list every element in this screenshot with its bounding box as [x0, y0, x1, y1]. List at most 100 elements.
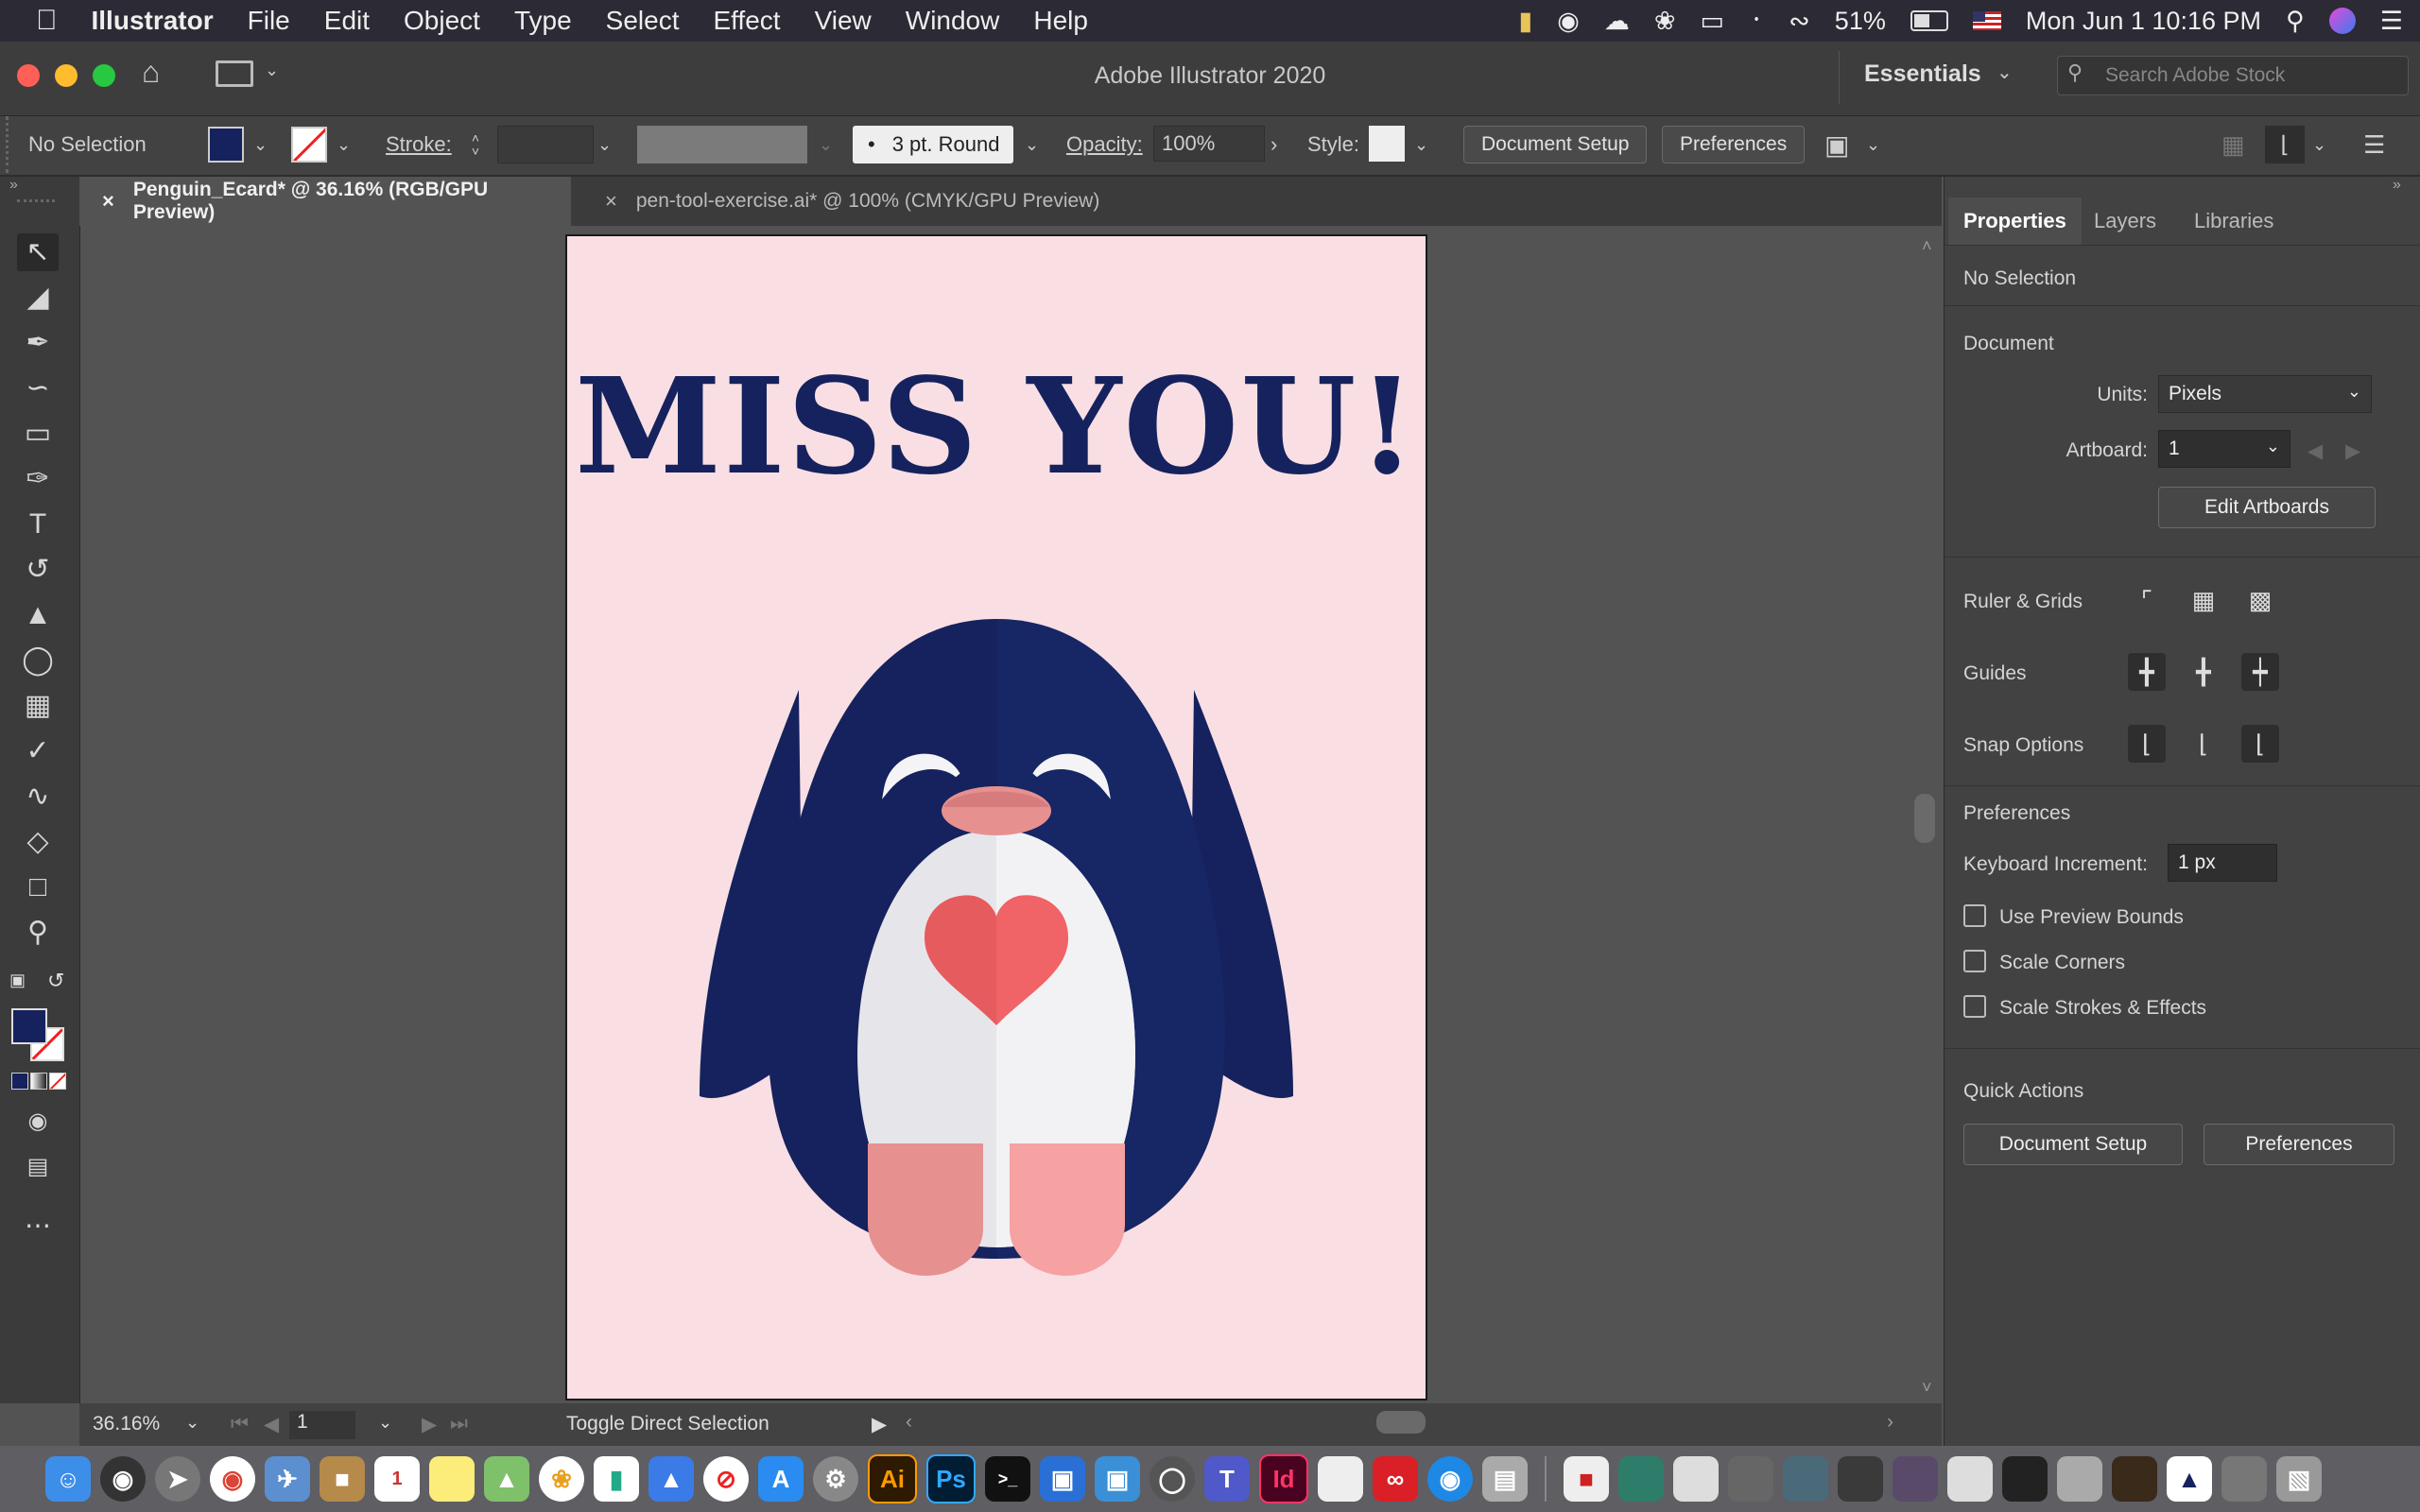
chevron-right-icon[interactable]: › [1270, 126, 1277, 163]
fill-swatch[interactable] [208, 126, 244, 163]
grid-arrange-icon[interactable]: ▦ [2221, 126, 2245, 163]
stroke-label[interactable]: Stroke: [386, 126, 452, 163]
indesign-dock-icon[interactable]: Id [1259, 1454, 1308, 1503]
variable-width-profile[interactable] [637, 126, 807, 163]
edge-icon[interactable]: ◉ [1427, 1456, 1473, 1502]
scroll-down-icon[interactable]: ˅ [1922, 1378, 1932, 1398]
tab-layers[interactable]: Layers [2079, 198, 2171, 245]
flag-icon[interactable] [1972, 11, 2001, 30]
smart-guides-icon[interactable]: ┿ [2241, 653, 2279, 691]
screenshot-thumbnail-icon[interactable] [2057, 1456, 2102, 1502]
zoom-tool-icon[interactable]: ⚲ [17, 914, 59, 952]
search-input[interactable]: Search Adobe Stock [2105, 64, 2285, 87]
grip-handle[interactable] [6, 116, 14, 173]
color-mode-icon[interactable] [11, 1073, 28, 1090]
chrome-icon[interactable]: ◉ [210, 1456, 255, 1502]
close-tab-icon[interactable]: × [605, 189, 617, 214]
last-artboard-icon[interactable]: ⏭ [450, 1413, 468, 1435]
screenshot-thumbnail-icon[interactable] [2221, 1456, 2267, 1502]
chevron-down-icon[interactable]: ⌄ [1025, 126, 1039, 163]
rotate-tool-icon[interactable]: ↺ [17, 551, 59, 589]
artboard-number-field[interactable]: 1 [289, 1411, 355, 1439]
news-icon[interactable]: ⊘ [703, 1456, 749, 1502]
system-preferences-icon[interactable]: ⚙ [813, 1456, 858, 1502]
zoom-app-icon[interactable]: ▣ [1095, 1456, 1140, 1502]
vertical-scrollbar-thumb[interactable] [1914, 794, 1935, 843]
stroke-stepper[interactable]: ˄ ˅ [463, 126, 488, 163]
show-guides-icon[interactable]: ╋ [2128, 653, 2166, 691]
remote-desktop-icon[interactable]: ▣ [1040, 1456, 1085, 1502]
zoom-level-field[interactable]: 36.16% [93, 1413, 160, 1435]
screenshot-thumbnail-icon[interactable] [1838, 1456, 1883, 1502]
direct-selection-tool-icon[interactable]: ◢ [17, 279, 59, 317]
next-artboard-icon[interactable]: ▶ [2345, 439, 2360, 463]
chevron-down-icon[interactable]: ⌄ [1414, 126, 1428, 163]
notification-center-icon[interactable]: ☰ [2380, 8, 2403, 34]
previous-artboard-icon[interactable]: ◀ [2308, 439, 2323, 463]
quick-document-setup-button[interactable]: Document Setup [1963, 1124, 2183, 1165]
chevron-down-icon[interactable]: ⌄ [337, 126, 351, 163]
artboard-select[interactable]: 1 ⌄ [2158, 430, 2290, 468]
fill-color-swatch[interactable] [11, 1008, 47, 1044]
menu-help[interactable]: Help [1016, 6, 1105, 36]
panel-menu-icon[interactable]: ☰ [2363, 126, 2385, 163]
tab-penguin-ecard[interactable]: × Penguin_Ecard* @ 36.16% (RGB/GPU Previ… [79, 177, 571, 226]
menu-edit[interactable]: Edit [307, 6, 387, 36]
selection-tool-icon[interactable]: ↖ [17, 233, 59, 271]
folder-thumbnail-icon[interactable] [1618, 1456, 1664, 1502]
shield-icon[interactable]: ▮ [1518, 8, 1532, 34]
penguin-illustration[interactable] [567, 236, 1426, 1399]
wifi-icon[interactable]: ∾ [1789, 8, 1810, 34]
swap-fill-stroke-icon[interactable]: ↺ [47, 969, 64, 993]
creative-cloud-icon[interactable]: ∞ [1373, 1456, 1418, 1502]
preview-photos-icon[interactable]: ▤ [1482, 1456, 1528, 1502]
preferences-button[interactable]: Preferences [1662, 126, 1806, 163]
stroke-weight-field[interactable] [497, 126, 594, 163]
tab-libraries[interactable]: Libraries [2179, 198, 2289, 245]
spotlight-search-icon[interactable]: ⚲ [2286, 8, 2305, 34]
workspace-switcher[interactable]: Essentials [1864, 60, 1981, 88]
screenshot-thumbnail-icon[interactable] [2112, 1456, 2157, 1502]
scroll-up-icon[interactable]: ˄ [1922, 236, 1932, 256]
units-dropdown[interactable]: Pixels ⌄ [2158, 375, 2372, 413]
tab-pen-tool-exercise[interactable]: × pen-tool-exercise.ai* @ 100% (CMYK/GPU… [582, 177, 1122, 226]
chevron-down-icon[interactable]: ⌄ [378, 1413, 392, 1433]
transform-icon[interactable]: ▣ [1824, 126, 1849, 163]
apple-menu-icon[interactable]:  [0, 5, 75, 37]
chevron-down-icon[interactable]: ⌄ [2312, 126, 2326, 163]
app-store-icon[interactable]: A [758, 1456, 804, 1502]
cloud-icon[interactable]: ☁ [1604, 8, 1630, 34]
menu-object[interactable]: Object [387, 6, 497, 36]
keyboard-increment-field[interactable]: 1 px [2168, 844, 2277, 882]
quick-preferences-button[interactable]: Preferences [2204, 1124, 2394, 1165]
default-fill-stroke-icon[interactable]: ▣ [9, 971, 26, 990]
numbers-icon[interactable]: ▮ [594, 1456, 639, 1502]
stroke-swatch[interactable] [291, 126, 327, 163]
snap-to-point-icon[interactable]: ⌊ [2128, 725, 2166, 763]
menu-view[interactable]: View [798, 6, 889, 36]
scale-corners-checkbox[interactable] [1963, 950, 1986, 972]
chevron-down-icon[interactable]: ⌄ [1866, 126, 1880, 163]
eraser-tool-icon[interactable]: ▲ [17, 596, 59, 634]
lock-guides-icon[interactable]: ╋ [2185, 653, 2222, 691]
more-tools-icon[interactable]: ⋯ [17, 1207, 59, 1245]
finder-icon[interactable]: ☺ [45, 1456, 91, 1502]
siri-icon[interactable]: ◉ [100, 1456, 146, 1502]
siri-icon[interactable] [2328, 8, 2356, 34]
canvas-area[interactable]: MISS YOU! ˄ ˅ [80, 227, 1943, 1403]
menu-effect[interactable]: Effect [696, 6, 797, 36]
pen-tool-icon[interactable]: ✒ [17, 324, 59, 362]
alfred-icon[interactable]: ◯ [1150, 1456, 1195, 1502]
maps-icon[interactable]: ▲ [484, 1456, 529, 1502]
chevron-down-icon[interactable]: ⌄ [185, 1413, 199, 1433]
grip-handle[interactable] [17, 199, 55, 206]
snap-icon[interactable]: ⌊ [2265, 126, 2305, 163]
menu-window[interactable]: Window [889, 6, 1017, 36]
none-mode-icon[interactable] [49, 1073, 66, 1090]
close-tab-icon[interactable]: × [102, 189, 114, 214]
document-setup-button[interactable]: Document Setup [1463, 126, 1648, 163]
menubar-clock[interactable]: Mon Jun 1 10:16 PM [2026, 7, 2261, 36]
screen-mode-icon[interactable]: ▤ [17, 1148, 59, 1186]
trash-icon[interactable]: ▧ [2276, 1456, 2322, 1502]
menu-select[interactable]: Select [589, 6, 697, 36]
